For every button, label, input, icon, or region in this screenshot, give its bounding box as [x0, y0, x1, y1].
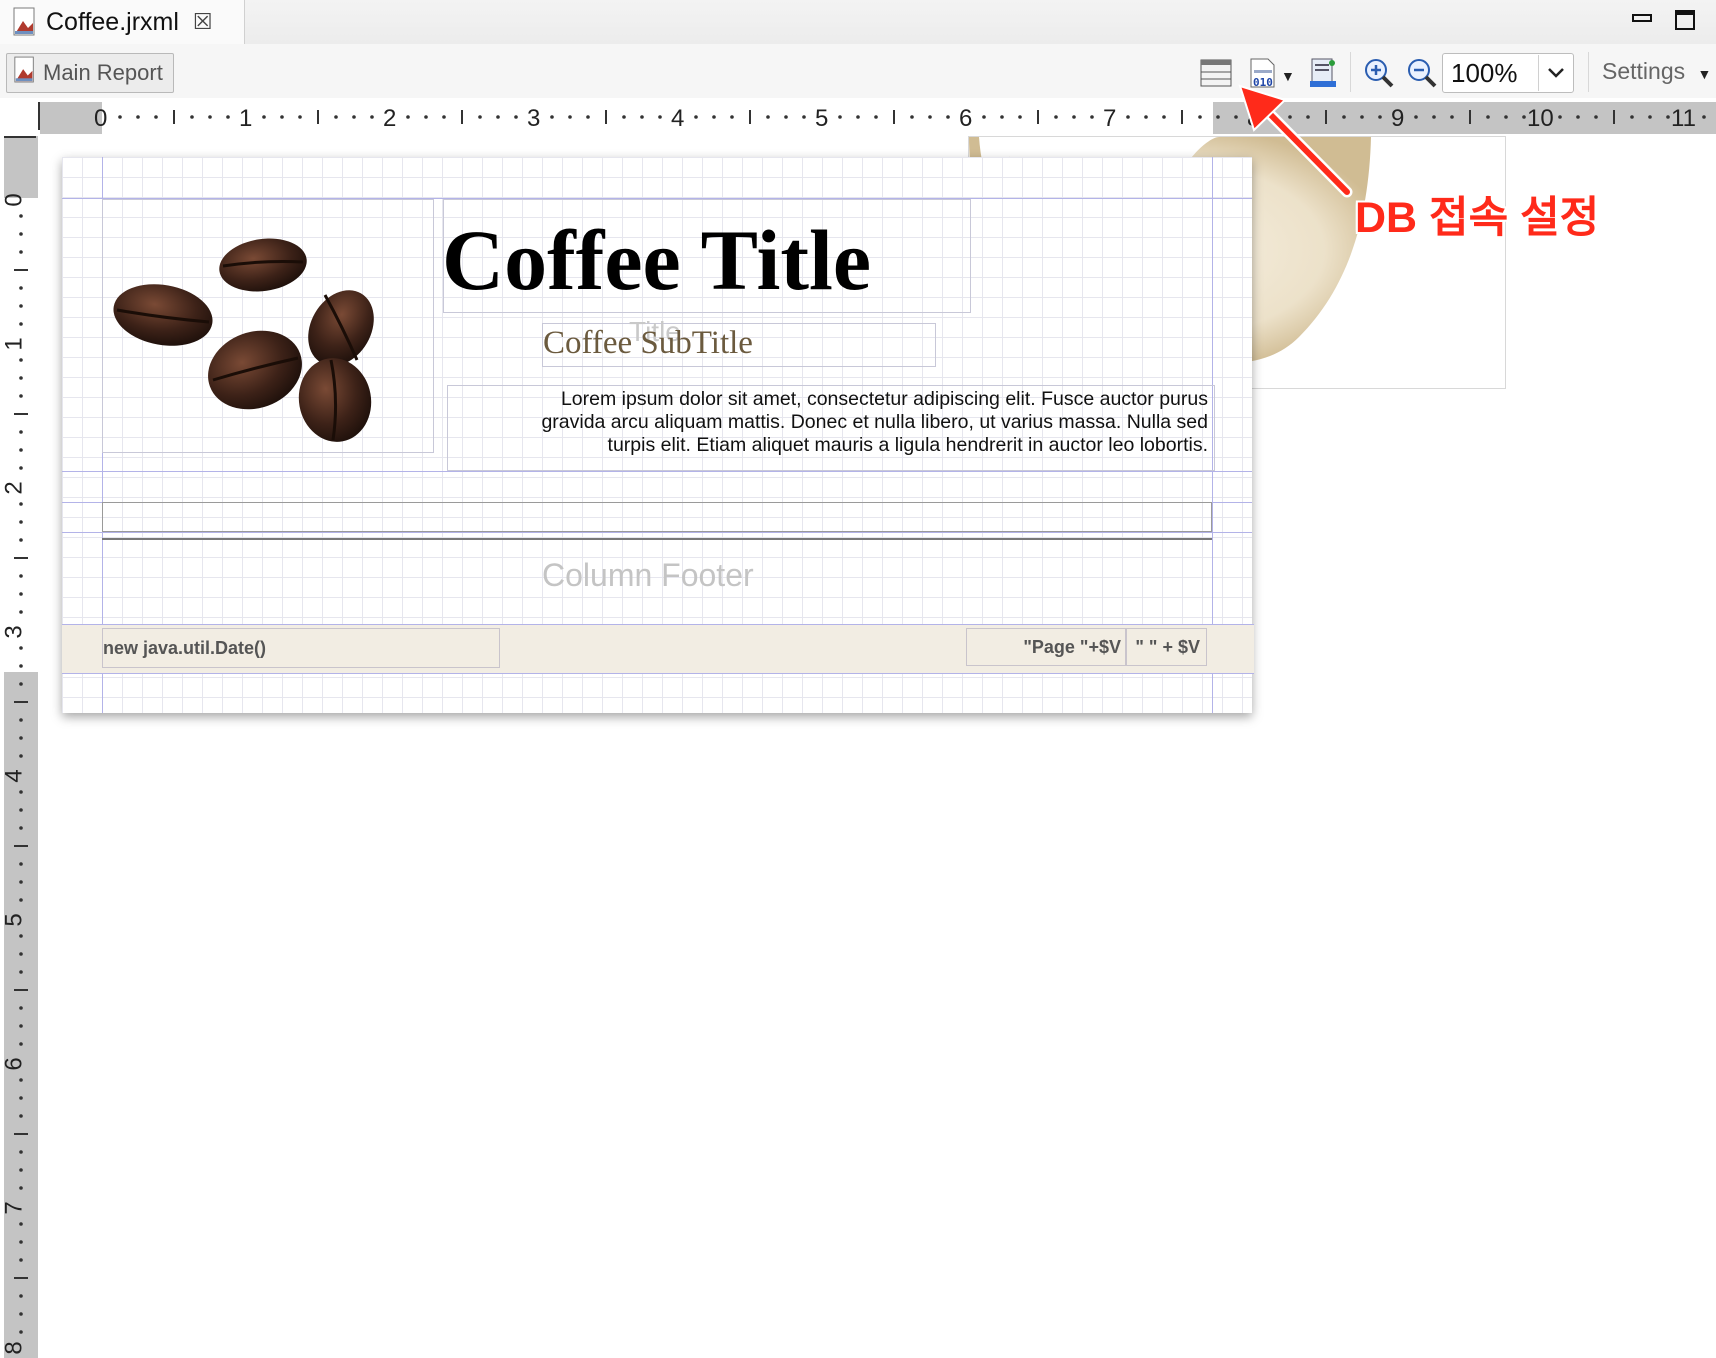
- maximize-icon[interactable]: [1673, 8, 1697, 32]
- ruler-label: 4: [0, 769, 28, 783]
- ruler-label: 2: [0, 481, 28, 495]
- zoom-value[interactable]: 100%: [1451, 58, 1538, 89]
- report-subtitle: Coffee SubTitle: [543, 325, 753, 361]
- ruler-label: 5: [815, 105, 829, 132]
- ruler-label: 7: [1103, 105, 1117, 132]
- ruler-label: 2: [383, 105, 397, 132]
- ruler-label: 0: [94, 105, 108, 132]
- ruler-label: 9: [1391, 105, 1405, 132]
- footer-total-field[interactable]: " " + $V: [1126, 628, 1207, 666]
- ruler-label: 8: [0, 1341, 28, 1355]
- settings-label: Settings: [1602, 58, 1686, 84]
- report-file-icon: [12, 7, 38, 37]
- description-text-element[interactable]: Lorem ipsum dolor sit amet, consectetur …: [447, 385, 1215, 471]
- description-text: Lorem ipsum dolor sit amet, consectetur …: [448, 388, 1208, 457]
- coffee-beans-icon: [113, 238, 374, 442]
- vertical-ruler-ticks: [14, 214, 28, 1334]
- description-line: gravida arcu aliquam mattis. Donec et nu…: [541, 411, 1208, 433]
- settings-dropdown-icon: ▼: [1697, 66, 1712, 82]
- toolbar-separator: [1588, 52, 1589, 92]
- ruler-label: 10: [1527, 105, 1554, 132]
- ruler-label: 4: [671, 105, 685, 132]
- footer-page-expression: "Page "+$V: [1023, 636, 1121, 657]
- band-separator: [62, 471, 1252, 472]
- description-line: turpis elit. Etiam aliquet mauris a ligu…: [607, 434, 1208, 456]
- ruler-label: 3: [527, 105, 541, 132]
- band-separator: [62, 532, 1252, 533]
- ruler-label: 7: [0, 1201, 28, 1215]
- ruler-label: 3: [0, 625, 28, 639]
- footer-total-expression: " " + $V: [1135, 636, 1200, 657]
- detail-rectangle[interactable]: [102, 502, 1212, 532]
- ruler-label: 0: [0, 193, 28, 207]
- report-title: Coffee Title: [442, 212, 872, 308]
- coffee-beans-image[interactable]: [102, 199, 434, 453]
- ruler-label: 1: [239, 105, 253, 132]
- footer-date-field[interactable]: new java.util.Date(): [102, 628, 500, 668]
- horizontal-ruler: 0 1 2 3 4 5 6 7 8 9 10 11: [0, 98, 1716, 136]
- main-report-label: Main Report: [43, 60, 163, 85]
- vertical-ruler: 0 1 2 3 4 5 6 7 8: [0, 136, 40, 1358]
- minimize-icon[interactable]: [1630, 8, 1654, 32]
- page-footer-band: new java.util.Date() "Page "+$V " " + $V: [62, 624, 1254, 674]
- ruler-label: 6: [0, 1057, 28, 1071]
- editor-tab[interactable]: Coffee.jrxml ☒: [0, 0, 245, 44]
- tab-title: Coffee.jrxml: [46, 7, 179, 36]
- subtitle-element[interactable]: Title Coffee SubTitle: [542, 316, 936, 367]
- footer-date-expression: new java.util.Date(): [103, 637, 267, 658]
- horizontal-ruler-ticks: [118, 110, 1706, 124]
- report-page: Coffee Title Title Coffee SubTitle Lorem…: [62, 157, 1254, 713]
- settings-menu[interactable]: Settings ▼: [1602, 58, 1711, 85]
- chevron-down-icon[interactable]: [1538, 55, 1573, 91]
- main-report-button[interactable]: Main Report: [6, 53, 174, 93]
- description-line: Lorem ipsum dolor sit amet, consectetur …: [560, 388, 1208, 410]
- column-footer-label: Column Footer: [542, 557, 754, 593]
- zoom-combo[interactable]: 100%: [1442, 53, 1574, 93]
- ruler-label: 5: [0, 913, 28, 927]
- ruler-label: 6: [959, 105, 973, 132]
- dataset-adapter-icon[interactable]: [1199, 56, 1232, 90]
- footer-page-field[interactable]: "Page "+$V: [966, 628, 1126, 666]
- report-file-icon: [13, 56, 37, 90]
- zoom-out-icon[interactable]: [1405, 56, 1437, 90]
- ruler-label: 11: [1671, 105, 1696, 132]
- db-connection-annotation: DB 접속 설정: [1355, 194, 1600, 242]
- editor-tab-bar: [0, 0, 1716, 45]
- tab-close-icon[interactable]: ☒: [193, 9, 213, 35]
- column-header-line[interactable]: [102, 538, 1212, 540]
- title-element[interactable]: Coffee Title: [442, 199, 971, 313]
- ruler-label: 1: [0, 337, 28, 351]
- annotation-arrow: [1238, 84, 1353, 198]
